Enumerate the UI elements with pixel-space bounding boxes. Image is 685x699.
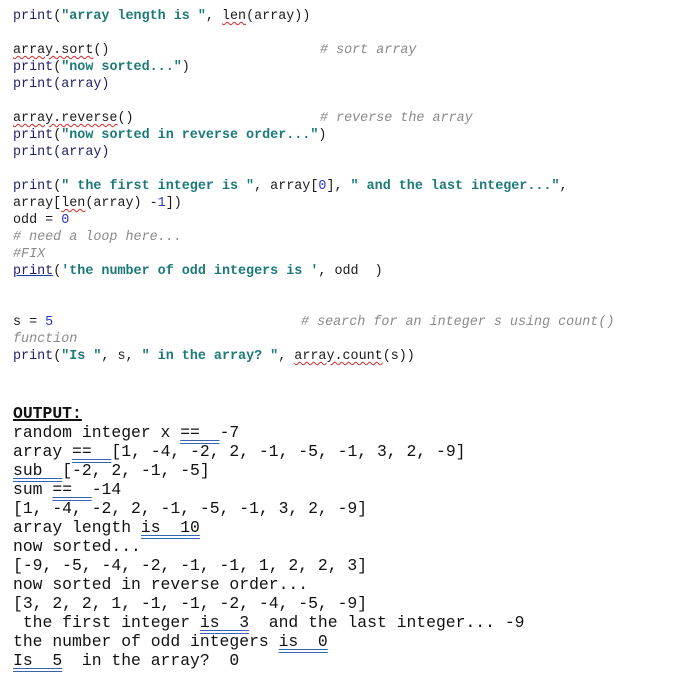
code-token: )	[318, 128, 327, 143]
output-line: random integer x == -7	[13, 423, 525, 442]
grammar-flag: is 3	[199, 613, 250, 632]
code-line: s = 5 # search for an integer s using cou…	[13, 314, 614, 331]
output-text: -14	[91, 480, 122, 499]
code-block: print("array length is ", len(array)) ar…	[13, 8, 614, 365]
grammar-flag: ==	[72, 442, 112, 461]
output-line: the first integer is 3 and the last inte…	[13, 613, 525, 632]
output-line: array == [1, -4, -2, 2, -1, -5, -1, 3, 2…	[13, 442, 525, 461]
code-comment: # search for an integer s using count()	[301, 315, 615, 330]
output-text: random integer x	[13, 423, 181, 442]
output-text: sum	[13, 480, 53, 499]
output-line: the number of odd integers is 0	[13, 632, 525, 651]
code-line: array.sort() # sort array	[13, 42, 568, 59]
code-line: odd = 0	[13, 212, 568, 229]
code-line: print("now sorted...")	[13, 59, 568, 76]
output-line: sub [-2, 2, -1, -5]	[13, 461, 525, 480]
code-token: ],	[326, 179, 351, 194]
output-line: sum == -14	[13, 480, 525, 499]
code-token: ])	[165, 196, 182, 211]
code-line: array[len(array) -1])	[13, 195, 568, 212]
code-token: (array) -	[85, 196, 158, 211]
output-text: array length	[13, 518, 141, 537]
output-line: Is 5 in the array? 0	[13, 651, 525, 670]
code-token: print	[13, 179, 54, 194]
code-line: array.reverse() # reverse the array	[13, 110, 568, 127]
code-string: " in the array? "	[141, 349, 279, 364]
spellcheck-word: array.sort	[13, 43, 94, 58]
spellcheck-word: array.count	[294, 349, 383, 364]
code-token: print	[13, 60, 54, 75]
code-token: , s,	[101, 349, 142, 364]
output-text: in the array? 0	[62, 651, 240, 670]
code-string: "array length is "	[61, 9, 206, 24]
code-line: print("now sorted in reverse order...")	[13, 127, 568, 144]
code-token: array[	[13, 196, 62, 211]
output-line: [3, 2, 2, 1, -1, -1, -2, -4, -5, -9]	[13, 594, 368, 613]
code-token: ()	[117, 111, 134, 126]
output-text: [-2, 2, -1, -5]	[62, 461, 210, 480]
code-string: "now sorted..."	[61, 60, 182, 75]
code-line: function	[13, 331, 568, 348]
code-comment: # sort array	[320, 43, 417, 58]
code-token: ,	[205, 9, 222, 24]
code-comment: # reverse the array	[320, 111, 473, 126]
spellcheck-word: array.reverse	[13, 111, 118, 126]
spellcheck-word: len	[221, 9, 247, 24]
grammar-flag: sub	[13, 461, 63, 480]
code-token: , odd )	[318, 264, 383, 279]
grammar-flag: ==	[52, 480, 92, 499]
output-line: array length is 10	[13, 518, 525, 537]
code-comment: #FIX	[13, 247, 46, 262]
output-line: [1, -4, -2, 2, -1, -5, -1, 3, 2, -9]	[13, 499, 368, 518]
grammar-flag: Is 5	[13, 651, 63, 670]
output-title: OUTPUT:	[13, 404, 82, 423]
output-line: [-9, -5, -4, -2, -1, -1, 1, 2, 2, 3]	[13, 556, 368, 575]
spellcheck-word: len	[61, 196, 86, 211]
code-string: "Is "	[61, 349, 102, 364]
output-text: and the last integer... -9	[249, 613, 525, 632]
code-string: " and the last integer..."	[350, 179, 560, 194]
output-text: array	[13, 442, 73, 461]
code-token: (array))	[246, 9, 311, 24]
code-string: 'the number of odd integers is '	[61, 264, 319, 279]
output-line: now sorted in reverse order...	[13, 575, 309, 594]
output-text: -7	[219, 423, 240, 442]
output-text: the number of odd integers	[13, 632, 279, 651]
code-line: print(array)	[13, 77, 110, 92]
code-comment: # need a loop here...	[13, 230, 182, 245]
code-token: (s))	[382, 349, 415, 364]
code-string: "now sorted in reverse order..."	[61, 128, 319, 143]
output-line: now sorted...	[13, 537, 141, 556]
code-number: 5	[45, 315, 54, 330]
code-line: print(array)	[13, 145, 110, 160]
code-token: ()	[93, 43, 110, 58]
code-number: 0	[61, 213, 70, 228]
code-line: print('the number of odd integers is ', …	[13, 263, 568, 280]
output-text: [1, -4, -2, 2, -1, -5, -1, 3, 2, -9]	[111, 442, 466, 461]
code-token: print	[13, 264, 54, 279]
code-line: print("Is ", s, " in the array? ", array…	[13, 348, 568, 365]
code-token: , array[	[254, 179, 319, 194]
output-block: OUTPUT: random integer x == -7 array == …	[13, 404, 525, 670]
grammar-flag: ==	[180, 423, 220, 442]
code-line: print("array length is ", len(array))	[13, 8, 568, 25]
code-token: print	[13, 349, 54, 364]
code-token: s =	[13, 315, 46, 330]
grammar-flag: is 0	[278, 632, 328, 651]
code-line: # need a loop here...	[13, 229, 568, 246]
code-line: #FIX	[13, 246, 568, 263]
code-string: " the first integer is "	[61, 179, 255, 194]
code-comment: function	[13, 332, 78, 347]
code-token: print	[13, 128, 54, 143]
code-token: odd =	[13, 213, 62, 228]
code-token: ,	[278, 349, 295, 364]
code-token: )	[181, 60, 190, 75]
code-token: print	[13, 9, 54, 24]
code-line: print(" the first integer is ", array[0]…	[13, 178, 568, 195]
code-number: 1	[157, 196, 166, 211]
code-token: ,	[559, 179, 568, 194]
output-text: the first integer	[13, 613, 200, 632]
grammar-flag: is 10	[140, 518, 200, 537]
